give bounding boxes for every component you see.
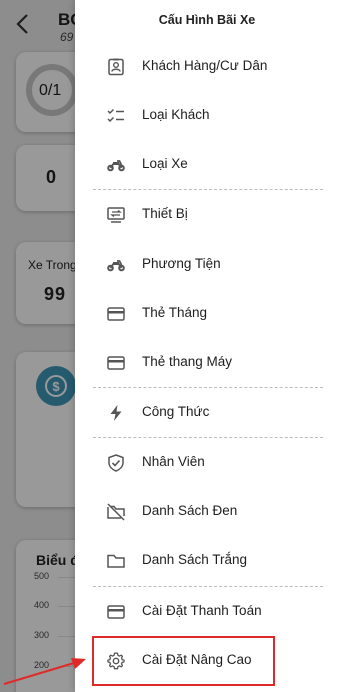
menu-item-label: Công Thức [142,404,210,419]
menu-item-customers[interactable]: Khách Hàng/Cư Dân [75,43,339,91]
card-icon [106,353,126,373]
motorcycle-icon [106,155,126,175]
shield-check-icon [106,453,126,473]
menu-divider [93,189,323,190]
menu-item-label: Phương Tiện [142,256,221,271]
drawer-title: Cấu Hình Bãi Xe [158,13,256,27]
device-transfer-icon [106,205,126,225]
menu-item-payment-settings[interactable]: Cài Đặt Thanh Toán [75,588,339,636]
settings-drawer: Cấu Hình Bãi Xe Khách Hàng/Cư Dân Loại K… [75,0,339,692]
menu-item-staff[interactable]: Nhân Viên [75,439,339,487]
menu-item-label: Loại Xe [142,156,188,171]
menu-item-vehicles[interactable]: Phương Tiện [75,241,339,289]
menu-item-label: Thẻ Tháng [142,305,208,320]
id-badge-icon [106,57,126,77]
menu-divider [93,387,323,388]
menu-item-customer-types[interactable]: Loại Khách [75,92,339,140]
menu-item-label: Loại Khách [142,107,210,122]
menu-item-label: Thẻ thang Máy [142,354,233,369]
menu-item-label: Cài Đặt Thanh Toán [142,603,262,618]
card-icon [106,304,126,324]
menu-item-monthly-cards[interactable]: Thẻ Tháng [75,290,339,338]
card-icon [106,602,126,622]
menu-item-devices[interactable]: Thiết Bị [75,191,339,239]
bolt-icon [106,403,126,423]
menu-item-whitelist[interactable]: Danh Sách Trắng [75,537,339,585]
motorcycle-icon [106,255,126,275]
menu-item-elevator-cards[interactable]: Thẻ thang Máy [75,339,339,387]
menu-item-label: Khách Hàng/Cư Dân [142,58,268,73]
menu-item-label: Danh Sách Đen [142,503,238,518]
folder-icon [106,551,126,571]
menu-item-label: Thiết Bị [142,206,188,221]
menu-item-label: Nhân Viên [142,454,205,469]
highlight-box [92,636,275,686]
folder-off-icon [106,502,126,522]
menu-item-vehicle-types[interactable]: Loại Xe [75,141,339,189]
menu-divider [93,437,323,438]
red-arrow-icon [3,658,86,685]
menu-item-blacklist[interactable]: Danh Sách Đen [75,488,339,536]
menu-item-label: Danh Sách Trắng [142,552,248,567]
checklist-icon [106,106,126,126]
menu-item-formulas[interactable]: Công Thức [75,389,339,437]
menu-divider [93,586,323,587]
